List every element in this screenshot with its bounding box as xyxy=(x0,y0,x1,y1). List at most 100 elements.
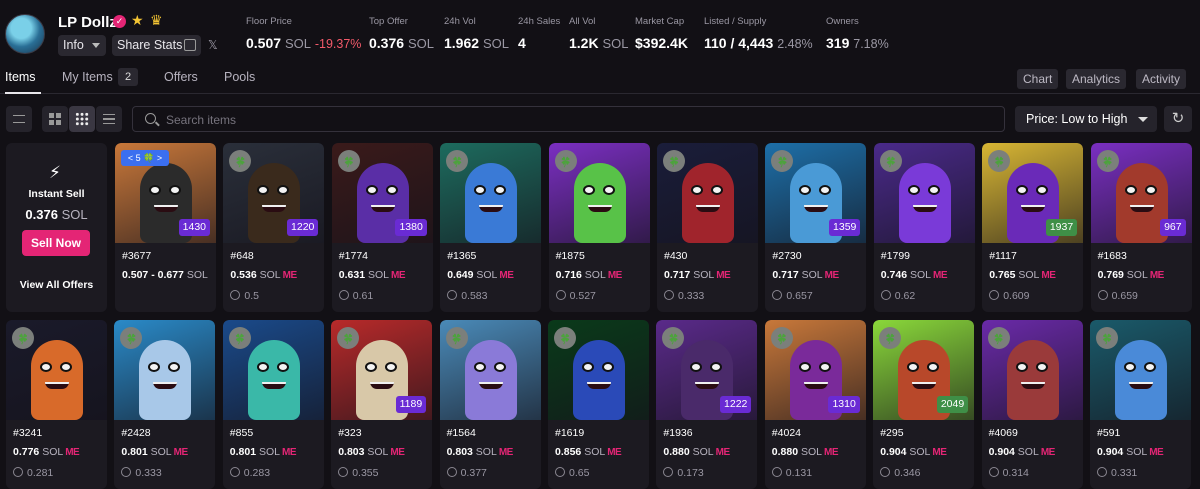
nft-image[interactable]: < 5 🍀 > 1430 xyxy=(115,143,216,243)
nft-price: 0.803 SOL ME xyxy=(338,446,405,458)
nft-image[interactable]: 🍀︎ 1937 xyxy=(982,143,1084,243)
nft-image[interactable]: 🍀︎ 1222 xyxy=(656,320,758,420)
nft-figure xyxy=(573,163,626,243)
nft-image[interactable]: 🍀︎ xyxy=(548,320,649,420)
last-sale: 0.62 xyxy=(880,290,915,302)
nft-card[interactable]: 🍀︎ #4069 0.904 SOL ME 0.314 xyxy=(981,320,1083,489)
nft-image[interactable]: 🍀︎ 1310 xyxy=(764,320,866,420)
nft-image[interactable]: 🍀︎ xyxy=(6,320,107,420)
nft-card[interactable]: 🍀︎ #1799 0.746 SOL ME 0.62 xyxy=(873,143,975,312)
nft-card[interactable]: 🍀︎ 967 #1683 0.769 SOL ME 0.659 xyxy=(1090,143,1192,312)
last-sale: 0.657 xyxy=(772,290,813,302)
nft-image[interactable]: 🍀︎ xyxy=(657,143,758,243)
activity-button[interactable]: Activity xyxy=(1136,69,1187,89)
nft-card[interactable]: 🍀︎ 1189 #323 0.803 SOL ME 0.355 xyxy=(331,320,433,489)
view-all-offers-link[interactable]: View All Offers xyxy=(6,279,107,291)
price-unit: SOL xyxy=(186,269,208,281)
clover-icon: 🍀︎ xyxy=(770,327,793,349)
mouth xyxy=(479,205,504,212)
grid-large-view-button[interactable] xyxy=(42,106,68,132)
magic-eden-icon: ME xyxy=(932,447,947,458)
nft-image[interactable]: 🍀︎ xyxy=(548,143,650,243)
nft-image[interactable]: 🍀︎ xyxy=(114,320,216,420)
last-sale: 0.346 xyxy=(880,467,920,479)
nft-card[interactable]: < 5 🍀 > 1430 #3677 0.507 - 0.677 SOL xyxy=(115,143,216,312)
nft-id: #1799 xyxy=(880,250,910,262)
image-pager[interactable]: < 5 🍀 > xyxy=(121,150,169,166)
last-sale-value: 0.314 xyxy=(1002,467,1029,479)
instant-sell-value: 0.376 SOL xyxy=(6,207,107,222)
lightning-icon: ⚡︎ xyxy=(49,163,61,182)
x-social-icon[interactable]: 𝕏 xyxy=(208,38,218,52)
info-dropdown-button[interactable]: Info xyxy=(58,35,106,56)
refresh-button[interactable]: ↻ xyxy=(1164,106,1192,132)
nft-card[interactable]: 🍀︎ 1380 #1774 0.631 SOL ME 0.61 xyxy=(331,143,433,312)
nft-card[interactable]: 🍀︎ 1937 #1117 0.765 SOL ME 0.609 xyxy=(982,143,1084,312)
nft-card[interactable]: 🍀︎ #1875 0.716 SOL ME 0.527 xyxy=(548,143,650,312)
last-sale: 0.331 xyxy=(1097,467,1137,479)
nft-image[interactable]: 🍀︎ 1359 xyxy=(765,143,867,243)
tab-pools[interactable]: Pools xyxy=(224,70,255,84)
nft-card[interactable]: 🍀︎ #591 0.904 SOL ME 0.331 xyxy=(1090,320,1191,489)
nft-image[interactable]: 🍀︎ xyxy=(981,320,1083,420)
filter-button[interactable] xyxy=(6,106,32,132)
nft-card[interactable]: 🍀︎ #1365 0.649 SOL ME 0.583 xyxy=(440,143,542,312)
nft-card[interactable]: 🍀︎ 1359 #2730 0.717 SOL ME 0.657 xyxy=(765,143,867,312)
eye xyxy=(799,185,812,195)
nft-image[interactable]: 🍀︎ 2049 xyxy=(873,320,975,420)
chart-button[interactable]: Chart xyxy=(1017,69,1059,89)
magic-eden-icon: ME xyxy=(282,270,298,281)
stat-percent: 2.48% xyxy=(777,37,813,51)
price-unit: SOL xyxy=(584,269,606,281)
nft-card[interactable]: 🍀︎ #855 0.801 SOL ME 0.283 xyxy=(222,320,324,489)
mouth xyxy=(262,205,287,212)
nft-price: 0.507 - 0.677 SOL xyxy=(122,269,208,281)
nft-image[interactable]: 🍀︎ 1380 xyxy=(331,143,433,243)
nft-image[interactable]: 🍀︎ xyxy=(440,143,542,243)
list-view-button[interactable] xyxy=(96,106,122,132)
nft-card[interactable]: 🍀︎ 1310 #4024 0.880 SOL ME 0.131 xyxy=(764,320,866,489)
eye xyxy=(907,185,920,195)
last-sale: 0.65 xyxy=(555,467,589,479)
nft-card[interactable]: 🍀︎ #430 0.717 SOL ME 0.333 xyxy=(657,143,758,312)
last-sale-value: 0.65 xyxy=(569,467,590,479)
nft-card[interactable]: 🍀︎ 2049 #295 0.904 SOL ME 0.346 xyxy=(873,320,975,489)
nft-image[interactable]: 🍀︎ xyxy=(222,320,324,420)
nft-card[interactable]: 🍀︎ 1220 #648 0.536 SOL ME 0.5 xyxy=(223,143,325,312)
nft-image[interactable]: 🍀︎ xyxy=(873,143,975,243)
grid-small-view-button[interactable] xyxy=(69,106,95,132)
nft-price: 0.803 SOL ME xyxy=(447,446,514,458)
tab-items[interactable]: Items xyxy=(5,70,36,84)
nft-image[interactable]: 🍀︎ 1189 xyxy=(331,320,433,420)
clover-icon: 🍀︎ xyxy=(879,150,902,172)
nft-card[interactable]: 🍀︎ #2428 0.801 SOL ME 0.333 xyxy=(114,320,216,489)
nft-image[interactable]: 🍀︎ 1220 xyxy=(223,143,325,243)
tab-offers[interactable]: Offers xyxy=(164,70,198,84)
collection-avatar xyxy=(5,14,45,54)
price-unit: SOL xyxy=(584,446,606,458)
eye xyxy=(690,362,703,372)
nft-card[interactable]: 🍀︎ 1222 #1936 0.880 SOL ME 0.173 xyxy=(656,320,758,489)
stat-listed-supply: Listed / Supply 110 / 4,443 2.48% xyxy=(704,16,813,51)
nft-card[interactable]: 🍀︎ #1564 0.803 SOL ME 0.377 xyxy=(439,320,541,489)
sell-now-button[interactable]: Sell Now xyxy=(22,230,90,256)
sort-dropdown[interactable]: Price: Low to High xyxy=(1015,106,1157,132)
nft-id: #1619 xyxy=(555,427,585,439)
share-stats-button[interactable]: Share Stats xyxy=(112,35,201,56)
nft-image[interactable]: 🍀︎ xyxy=(1090,320,1191,420)
stat-unit: SOL xyxy=(284,36,311,51)
analytics-button[interactable]: Analytics xyxy=(1066,69,1127,89)
nft-image[interactable]: 🍀︎ xyxy=(439,320,541,420)
magic-eden-icon: ME xyxy=(282,447,297,458)
mouth xyxy=(1021,205,1046,212)
nft-price: 0.717 SOL ME xyxy=(772,269,839,281)
price-amount: 0.507 - 0.677 xyxy=(122,269,184,281)
nft-card[interactable]: 🍀︎ #1619 0.856 SOL ME 0.65 xyxy=(548,320,649,489)
nft-card[interactable]: 🍀︎ #3241 0.776 SOL ME 0.281 xyxy=(6,320,107,489)
nft-id: #1683 xyxy=(1097,250,1127,262)
tab-my-items[interactable]: My Items xyxy=(62,70,113,84)
nft-image[interactable]: 🍀︎ 967 xyxy=(1090,143,1192,243)
last-sale-value: 0.355 xyxy=(352,467,379,479)
nft-id: #648 xyxy=(230,250,254,262)
search-input[interactable]: Search items xyxy=(132,106,1005,132)
